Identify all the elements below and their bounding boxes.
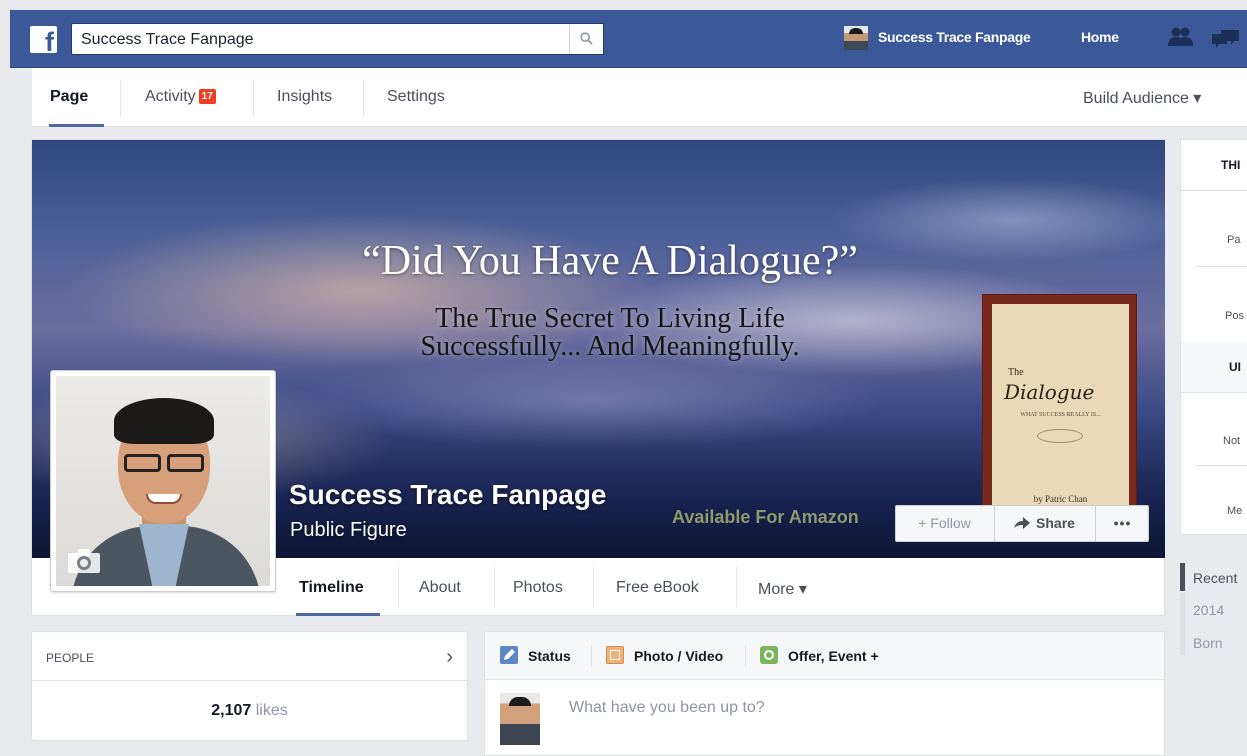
tab-more-dropdown[interactable]: More ▾	[758, 579, 807, 599]
tab-photos[interactable]: Photos	[513, 579, 563, 597]
cover-subline-1: The True Secret To Living Life	[435, 303, 785, 334]
panel-item-messages[interactable]: Me	[1227, 505, 1247, 517]
share-arrow-icon	[1014, 517, 1031, 529]
page-actions: + Follow Share •••	[895, 505, 1149, 542]
nav-tab-activity-label[interactable]: Activity	[145, 88, 196, 105]
book-tagline: WHAT SUCCESS REALLY IS...	[1020, 412, 1101, 418]
notification-badge: 17	[198, 89, 216, 104]
panel-item-post[interactable]: Pos	[1225, 310, 1247, 322]
panel-divider	[1181, 190, 1247, 191]
panel-heading-unread: UI	[1229, 360, 1241, 374]
tab-free-ebook[interactable]: Free eBook	[616, 579, 699, 597]
book-author: by Patric Chan	[1033, 494, 1088, 504]
right-admin-panel: THI Pa Pos UI Not Me	[1180, 139, 1247, 535]
offer-event-icon	[760, 646, 778, 664]
active-tab-indicator	[49, 124, 104, 127]
follow-button[interactable]: + Follow	[896, 506, 993, 541]
post-composer: Status Photo / Video Offer, Event + What…	[484, 631, 1165, 756]
scrubber-bar	[1180, 593, 1185, 655]
facebook-logo-icon[interactable]: f	[30, 26, 57, 56]
composer-input[interactable]: What have you been up to?	[569, 699, 765, 717]
scrubber-item-born[interactable]: Born	[1193, 635, 1223, 651]
tab-about[interactable]: About	[419, 579, 461, 597]
search-button[interactable]	[569, 24, 603, 54]
share-button-label[interactable]: Share	[1036, 515, 1075, 531]
active-tab-indicator	[296, 613, 380, 616]
search-input-value[interactable]: Success Trace Fanpage	[81, 31, 254, 49]
tab-timeline[interactable]: Timeline	[299, 579, 364, 597]
page-admin-nav: Page Activity 17 Insights Settings Build …	[32, 68, 1247, 127]
book-cover-image: The Dialogue WHAT SUCCESS REALLY IS... b…	[982, 294, 1137, 516]
book-the: The	[1008, 367, 1024, 378]
likes-count[interactable]: 2,107 likes	[32, 702, 467, 720]
cover-subline-2: Successfully... And Meaningfully.	[420, 331, 800, 362]
panel-divider	[1195, 465, 1247, 466]
amazon-availability-text: Available For Amazon	[672, 507, 859, 527]
photo-video-option[interactable]: Photo / Video	[634, 648, 723, 664]
page-tabs: Timeline About Photos Free eBook More ▾	[284, 559, 1164, 616]
nav-divider	[120, 80, 121, 116]
page-category: Public Figure	[290, 519, 407, 541]
chevron-right-icon[interactable]: ›	[446, 646, 453, 669]
panel-divider	[1195, 266, 1247, 267]
user-avatar[interactable]	[844, 26, 868, 50]
profile-hair	[114, 398, 214, 444]
panel-item-page[interactable]: Pa	[1227, 234, 1247, 246]
status-option[interactable]: Status	[528, 648, 571, 664]
panel-item-notifications[interactable]: Not	[1223, 435, 1247, 447]
composer-avatar	[500, 693, 540, 745]
people-header[interactable]: PEOPLE ›	[32, 632, 467, 681]
book-cover-panel: The Dialogue WHAT SUCCESS REALLY IS... b…	[992, 304, 1129, 508]
page-header-card: “Did You Have A Dialogue?” The True Secr…	[31, 139, 1165, 616]
scrubber-active-bar	[1180, 563, 1185, 591]
home-link[interactable]: Home	[1081, 29, 1119, 45]
status-pencil-icon	[500, 646, 518, 664]
nav-tab-insights[interactable]: Insights	[277, 88, 332, 106]
messages-icon[interactable]	[1211, 28, 1241, 50]
tab-divider	[593, 567, 594, 607]
tab-divider	[494, 567, 495, 607]
user-profile-link[interactable]: Success Trace Fanpage	[878, 29, 1031, 45]
profile-smile	[146, 494, 182, 504]
photo-video-icon	[606, 646, 624, 664]
tab-divider	[398, 567, 399, 607]
profile-glasses	[120, 454, 208, 474]
likes-label: likes	[255, 702, 288, 719]
share-button[interactable]: Share	[994, 506, 1094, 541]
scrubber-item-recent[interactable]: Recent	[1193, 570, 1237, 586]
more-options-button[interactable]: •••	[1095, 506, 1149, 541]
page-name[interactable]: Success Trace Fanpage	[289, 479, 607, 511]
nav-divider	[253, 80, 254, 116]
composer-options: Status Photo / Video Offer, Event +	[485, 632, 1164, 680]
composer-divider	[745, 646, 746, 666]
panel-divider	[1181, 392, 1247, 393]
top-navigation-bar: f Success Trace Fanpage Success Trace Fa…	[10, 10, 1247, 68]
panel-heading-this-week: THI	[1221, 158, 1241, 172]
nav-tab-page[interactable]: Page	[50, 88, 88, 106]
scrubber-item-2014[interactable]: 2014	[1193, 602, 1224, 618]
camera-icon[interactable]	[67, 548, 101, 574]
book-title: Dialogue	[1004, 380, 1095, 404]
nav-tab-settings[interactable]: Settings	[387, 88, 445, 106]
cover-headline: “Did You Have A Dialogue?”	[362, 238, 858, 284]
search-input[interactable]: Success Trace Fanpage	[71, 23, 604, 55]
composer-divider	[591, 646, 592, 666]
cover-subline: The True Secret To Living Life Successfu…	[315, 305, 905, 361]
book-ornament	[1037, 429, 1083, 443]
build-audience-dropdown[interactable]: Build Audience ▾	[1083, 88, 1201, 108]
nav-divider	[363, 80, 364, 116]
likes-number: 2,107	[211, 702, 252, 719]
offer-event-option[interactable]: Offer, Event +	[788, 648, 879, 664]
search-icon	[580, 32, 593, 45]
nav-tab-activity[interactable]: Activity 17	[145, 88, 216, 106]
people-title: PEOPLE	[46, 651, 95, 665]
tab-divider	[736, 567, 737, 607]
friend-requests-icon[interactable]	[1168, 26, 1194, 48]
people-box: PEOPLE › 2,107 likes	[31, 631, 468, 741]
